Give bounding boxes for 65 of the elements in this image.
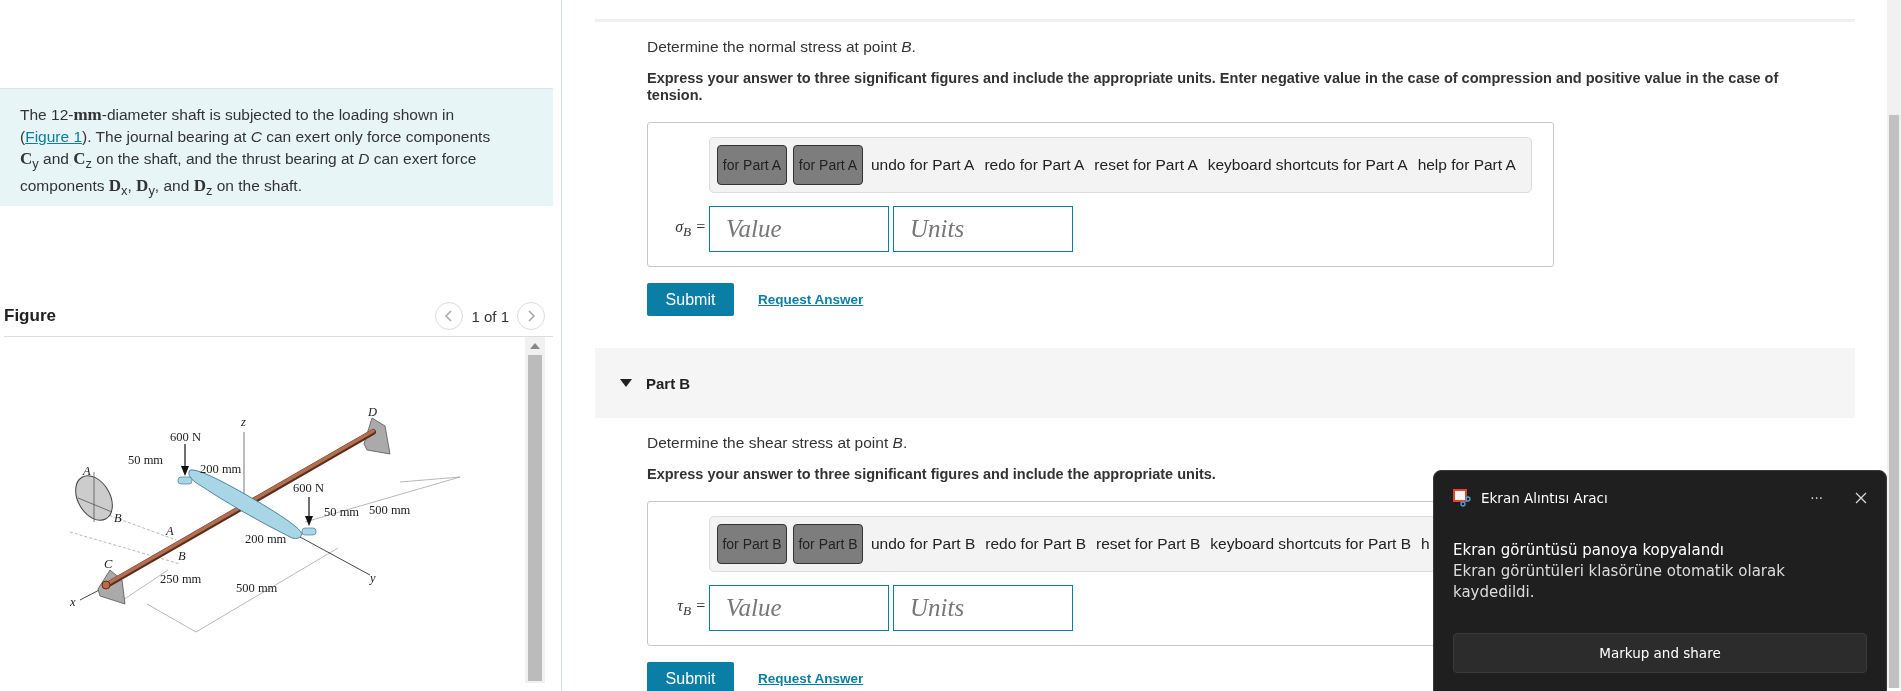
figure-label: z <box>241 415 246 429</box>
problem-statement: The 12-mm-diameter shaft is subjected to the loading shown in (Figure 1). The journal bearing at C can exert only force components C$_{y}$ and C$_{z}$ on the shaft, and the thrust bearing at D can exert force components D$_{x}$, D$_{y}$, and D$_{z}$ on the shaft. <box>0 89 553 206</box>
toolbar-button[interactable]: redo for Part A <box>982 156 1087 174</box>
template-button[interactable]: for Part A <box>793 145 863 185</box>
template-button[interactable]: for Part A <box>717 145 787 185</box>
figure-label: A <box>83 464 91 478</box>
figure-label: 500 mm <box>369 503 411 517</box>
figure-label: 50 mm <box>324 505 360 519</box>
value-field[interactable]: Value <box>709 585 889 631</box>
template-button[interactable]: for Part B <box>717 524 787 564</box>
toolbar-button[interactable]: keyboard shortcuts for Part A <box>1205 156 1410 174</box>
toolbar-button[interactable]: reset for Part B <box>1094 535 1203 553</box>
units-field[interactable]: Units <box>893 585 1073 631</box>
more-button[interactable]: ··· <box>1810 490 1823 506</box>
toolbar-button[interactable]: undo for Part A <box>869 156 977 174</box>
figure-label: D <box>368 405 378 419</box>
figure-title: Figure <box>4 306 57 326</box>
figure-label: 500 mm <box>236 581 278 595</box>
request-answer-link[interactable]: Request Answer <box>758 671 864 686</box>
figure-label: 200 mm <box>200 462 242 476</box>
template-button[interactable]: for Part B <box>793 524 863 564</box>
figure-label: B <box>114 511 122 525</box>
instruction-text: Express your answer to three significant figures and include the appropriate units. <box>647 466 1217 483</box>
close-icon[interactable] <box>1855 492 1867 504</box>
units-field[interactable]: Units <box>893 206 1073 252</box>
scroll-up-icon[interactable] <box>530 343 540 349</box>
page-counter: 1 of 1 <box>471 307 509 325</box>
figure-label: C <box>104 557 113 571</box>
previous-button[interactable] <box>435 302 464 330</box>
toolbar-button[interactable]: reset for Part A <box>1092 156 1200 174</box>
chevron-left-icon <box>444 309 455 323</box>
question-text: Determine the normal stress at point B. <box>647 37 917 56</box>
submit-button[interactable]: Submit <box>647 283 734 316</box>
notification-title: Ekran görüntüsü panoya kopyalandı <box>1453 541 1725 559</box>
toolbar-button[interactable]: redo for Part B <box>983 535 1089 553</box>
figure-label: 600 N <box>170 430 201 444</box>
toolbar-button[interactable]: undo for Part B <box>869 535 978 553</box>
figure-label: 200 mm <box>245 532 287 546</box>
part-header[interactable]: Part B <box>595 348 1855 418</box>
figure-label: A <box>166 524 174 538</box>
scrollbar[interactable] <box>525 337 545 683</box>
toolbar-button[interactable]: h <box>1419 535 1432 553</box>
snipping-tool-icon <box>1453 489 1471 507</box>
figure-label: B <box>178 549 186 563</box>
figure-label: y <box>370 571 376 585</box>
figure-label: 250 mm <box>160 572 202 586</box>
variable-label: σ$_{B}$ = <box>674 217 707 241</box>
variable-label: τ$_{B}$ = <box>676 596 707 620</box>
chevron-right-icon <box>526 309 536 323</box>
notification-message: Ekran görüntüleri klasörüne otomatik olarak kaydedildi. <box>1453 561 1786 603</box>
submit-button[interactable]: Submit <box>647 662 734 691</box>
figure-link[interactable]: Figure 1 <box>25 128 83 145</box>
value-field[interactable]: Value <box>709 206 889 252</box>
page-scrollbar[interactable] <box>1887 0 1901 688</box>
toolbar-button[interactable]: help for Part A <box>1415 156 1518 174</box>
markup-and-share-button[interactable]: Markup and share <box>1453 633 1867 673</box>
figure-label: 50 mm <box>128 453 164 467</box>
figure-label: x <box>70 595 76 609</box>
app-name: Ekran Alıntısı Aracı <box>1481 490 1609 506</box>
instruction-text: Express your answer to three significant figures and include the appropriate units. Enter negative value in the case of compression and positive value in the case of tension. <box>647 70 1780 104</box>
figure-label: 600 N <box>293 481 324 495</box>
request-answer-link[interactable]: Request Answer <box>758 292 864 307</box>
question-text: Determine the shear stress at point B. <box>647 433 909 452</box>
toolbar-button[interactable]: keyboard shortcuts for Part B <box>1208 535 1414 553</box>
next-button[interactable] <box>517 302 545 330</box>
